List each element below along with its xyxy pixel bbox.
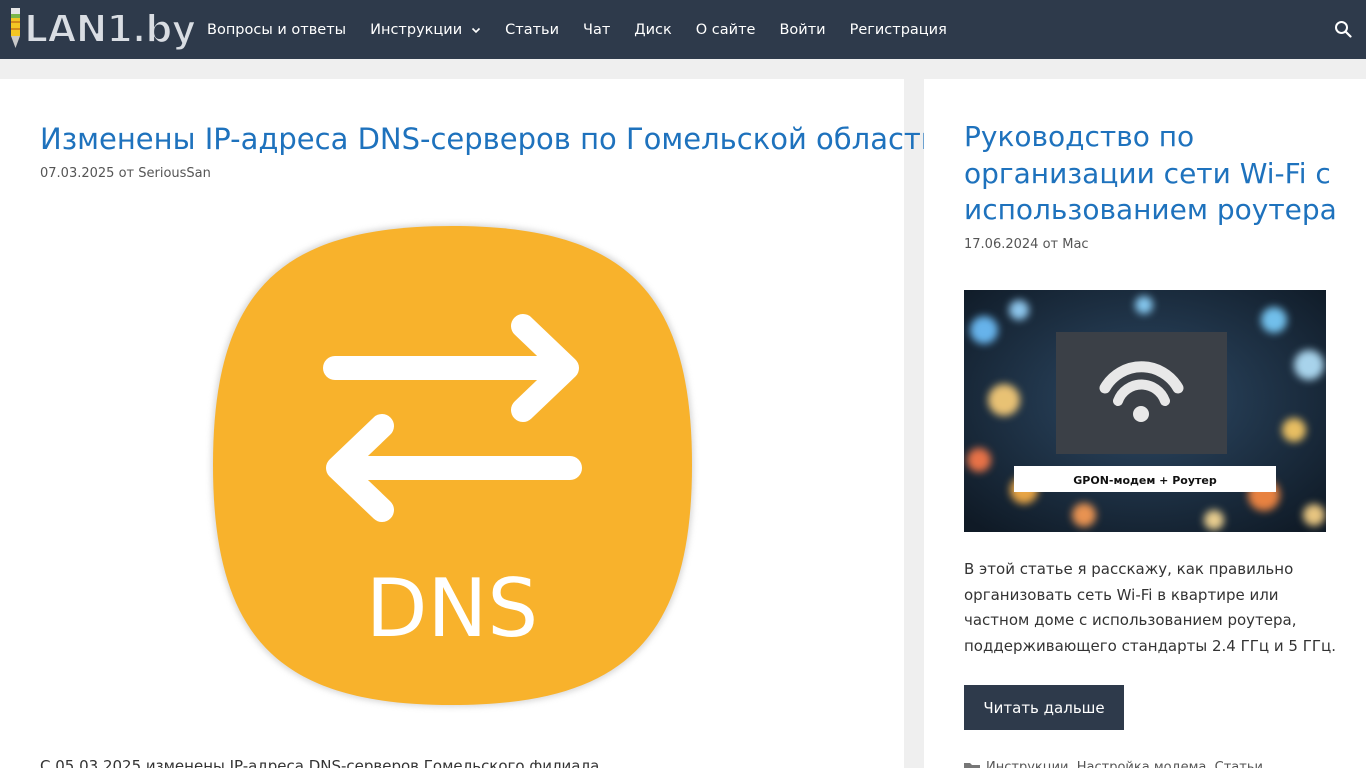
nav-item-disk[interactable]: Диск	[622, 0, 683, 59]
nav-item-faq[interactable]: Вопросы и ответы	[195, 0, 358, 59]
article-author[interactable]: SeriousSan	[138, 166, 211, 181]
main-article-excerpt: С 05.03.2025 изменены IP-адреса DNS-серв…	[40, 757, 600, 768]
by-label: от	[1042, 237, 1059, 252]
logo-text: LAN1.by	[23, 6, 197, 52]
side-article-categories: Инструкции, Настройка модема, Статьи	[964, 760, 1263, 768]
side-article-excerpt: В этой статье я расскажу, как правильно …	[964, 560, 1336, 655]
wifi-article-image[interactable]: GPON-модем + Роутер	[964, 290, 1326, 532]
nav-label: Статьи	[505, 21, 560, 38]
read-more-button[interactable]: Читать дальше	[964, 685, 1124, 730]
nav-label: Регистрация	[849, 21, 947, 38]
main-nav: Вопросы и ответы Инструкции Статьи Чат Д…	[195, 0, 959, 59]
main-article-title[interactable]: Изменены IP-адреса DNS-серверов по Гомел…	[40, 121, 940, 157]
folder-icon	[964, 762, 980, 768]
nav-label: Вопросы и ответы	[207, 21, 347, 38]
category-link[interactable]: Статьи	[1215, 760, 1263, 768]
article-author[interactable]: Mac	[1062, 237, 1088, 252]
side-article-title[interactable]: Руководство по организации сети Wi-Fi с …	[964, 119, 1344, 229]
dns-label: DNS	[366, 562, 538, 655]
article-date[interactable]: 17.06.2024	[964, 237, 1038, 252]
search-icon[interactable]	[1334, 20, 1352, 38]
nav-item-login[interactable]: Войти	[767, 0, 837, 59]
pen-icon	[11, 8, 20, 48]
by-label: от	[118, 166, 135, 181]
site-header: LAN1.by Вопросы и ответы Инструкции Стат…	[0, 0, 1366, 59]
nav-item-articles[interactable]: Статьи	[493, 0, 571, 59]
nav-label: Чат	[583, 21, 611, 38]
nav-item-about[interactable]: О сайте	[684, 0, 768, 59]
side-article-meta: 17.06.2024 от Mac	[964, 237, 1089, 252]
nav-label: Войти	[779, 21, 826, 38]
chevron-down-icon	[472, 27, 481, 33]
nav-item-instructions[interactable]: Инструкции	[358, 0, 493, 59]
image-caption: GPON-модем + Роутер	[1073, 474, 1217, 487]
dns-article-image[interactable]: DNS	[205, 218, 700, 713]
category-link[interactable]: Инструкции	[986, 760, 1069, 768]
nav-item-register[interactable]: Регистрация	[838, 0, 959, 59]
nav-label: Диск	[634, 21, 672, 38]
nav-item-chat[interactable]: Чат	[571, 0, 622, 59]
site-logo[interactable]: LAN1.by	[9, 6, 197, 52]
article-date[interactable]: 07.03.2025	[40, 166, 114, 181]
nav-label: О сайте	[695, 21, 756, 38]
category-link[interactable]: Настройка модема	[1077, 760, 1207, 768]
main-article-meta: 07.03.2025 от SeriousSan	[40, 166, 211, 181]
nav-label: Инструкции	[370, 21, 463, 38]
